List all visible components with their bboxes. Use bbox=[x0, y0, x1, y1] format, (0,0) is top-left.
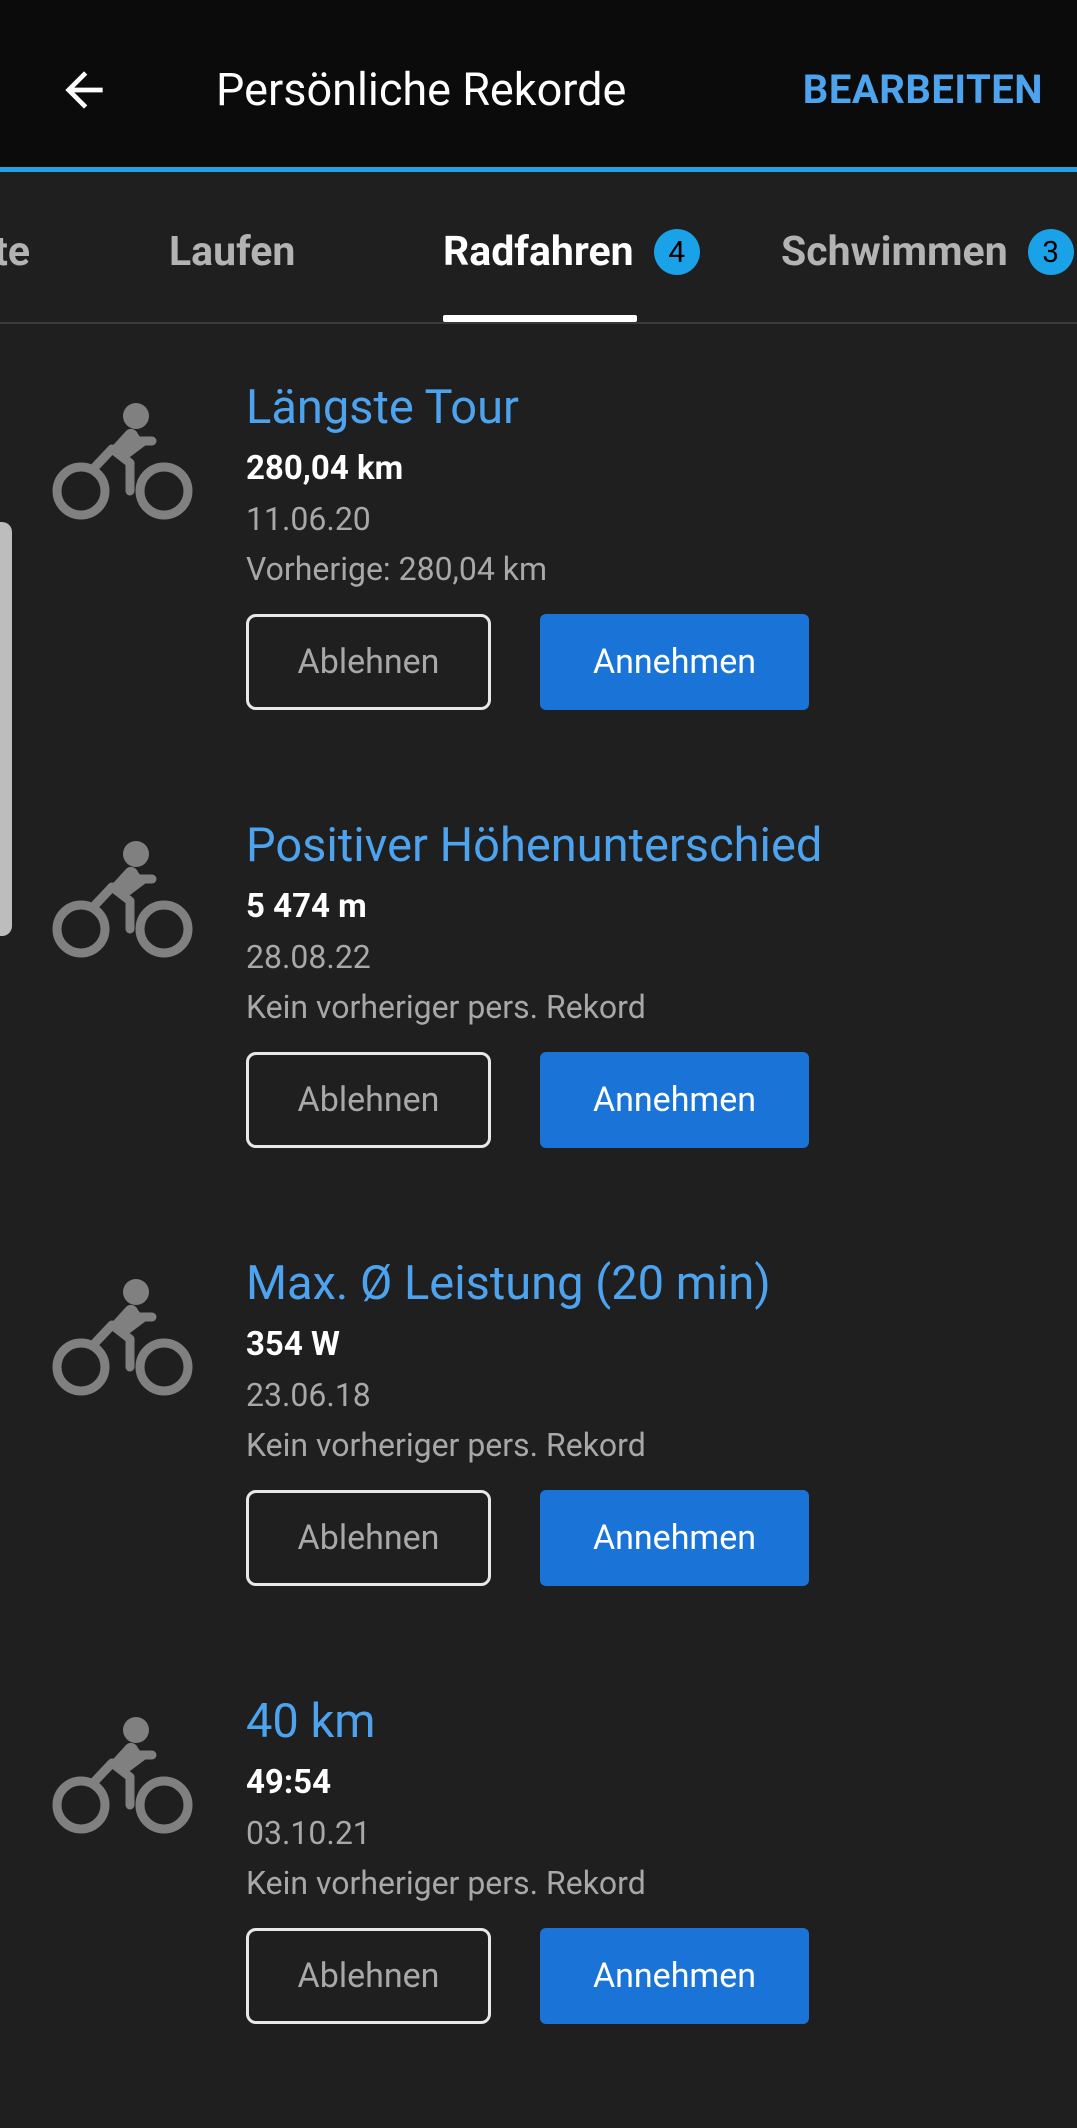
record-title: 40 km bbox=[246, 1694, 376, 1749]
cyclist-icon bbox=[52, 1279, 193, 1396]
tab-label: Laufen bbox=[169, 228, 296, 276]
tab-count-badge: 3 bbox=[1027, 229, 1074, 275]
decline-button[interactable]: Ablehnen bbox=[246, 1052, 491, 1148]
record-title: Max. Ø Leistung (20 min) bbox=[246, 1256, 771, 1311]
tab-swimming[interactable]: Schwimmen 3 bbox=[781, 222, 1074, 282]
back-button[interactable] bbox=[48, 54, 120, 126]
accept-button[interactable]: Annehmen bbox=[540, 1052, 809, 1148]
record-value: 280,04 km bbox=[246, 449, 404, 488]
list-item: 40 km 49:54 03.10.21 Kein vorheriger per… bbox=[0, 1690, 1077, 2128]
record-date: 23.06.18 bbox=[246, 1376, 371, 1414]
cyclist-icon bbox=[52, 1717, 193, 1834]
tab-cycling[interactable]: Radfahren 4 bbox=[443, 222, 700, 282]
tab-truncated[interactable]: te bbox=[0, 222, 30, 282]
previous-record: Vorherige: 280,04 km bbox=[246, 550, 548, 588]
active-tab-indicator bbox=[443, 315, 637, 322]
decline-button[interactable]: Ablehnen bbox=[246, 1928, 491, 2024]
previous-record: Kein vorheriger pers. Rekord bbox=[246, 988, 646, 1026]
accept-button[interactable]: Annehmen bbox=[540, 1490, 809, 1586]
record-date: 28.08.22 bbox=[246, 938, 371, 976]
tab-label: te bbox=[0, 228, 31, 276]
tab-label: Radfahren bbox=[443, 228, 634, 276]
edit-button[interactable]: BEARBEITEN bbox=[803, 62, 1043, 118]
record-title: Längste Tour bbox=[246, 380, 519, 435]
app-bar: Persönliche Rekorde BEARBEITEN bbox=[0, 0, 1077, 172]
cyclist-icon bbox=[52, 841, 193, 958]
decline-button[interactable]: Ablehnen bbox=[246, 1490, 491, 1586]
record-date: 11.06.20 bbox=[246, 500, 371, 538]
record-value: 354 W bbox=[246, 1325, 340, 1364]
tab-running[interactable]: Laufen bbox=[169, 222, 295, 282]
tab-bar: te Laufen Radfahren 4 Schwimmen 3 bbox=[0, 172, 1077, 324]
decline-button[interactable]: Ablehnen bbox=[246, 614, 491, 710]
record-date: 03.10.21 bbox=[246, 1814, 371, 1852]
accept-button[interactable]: Annehmen bbox=[540, 1928, 809, 2024]
list-item: Positiver Höhenunterschied 5 474 m 28.08… bbox=[0, 814, 1077, 1252]
tab-count-badge: 4 bbox=[653, 229, 700, 275]
previous-record: Kein vorheriger pers. Rekord bbox=[246, 1426, 646, 1464]
previous-record: Kein vorheriger pers. Rekord bbox=[246, 1864, 646, 1902]
cyclist-icon bbox=[52, 403, 193, 520]
list-item: Max. Ø Leistung (20 min) 354 W 23.06.18 … bbox=[0, 1252, 1077, 1690]
list-item: Längste Tour 280,04 km 11.06.20 Vorherig… bbox=[0, 376, 1077, 814]
record-value: 49:54 bbox=[246, 1763, 332, 1802]
page-title: Persönliche Rekorde bbox=[216, 63, 627, 116]
record-title: Positiver Höhenunterschied bbox=[246, 818, 823, 873]
record-value: 5 474 m bbox=[246, 887, 367, 926]
accept-button[interactable]: Annehmen bbox=[540, 614, 809, 710]
arrow-left-icon bbox=[65, 71, 103, 109]
tab-label: Schwimmen bbox=[781, 228, 1008, 276]
